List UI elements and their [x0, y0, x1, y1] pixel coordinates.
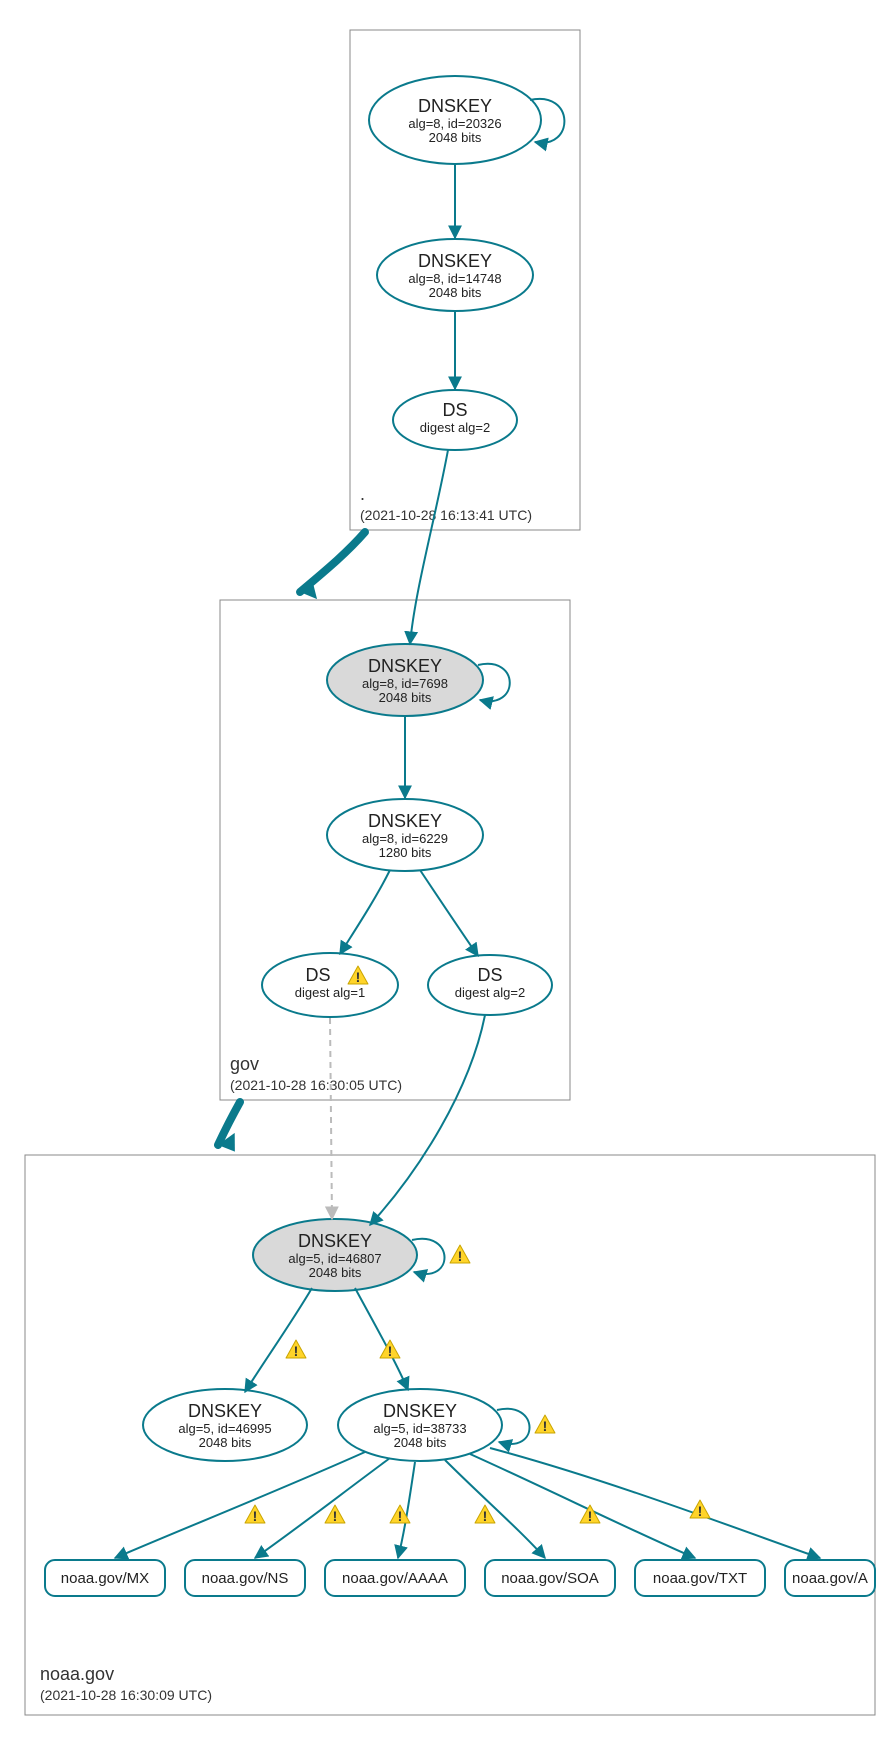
warning-icon	[380, 1340, 400, 1359]
node-noaa-ksk[interactable]: DNSKEY alg=5, id=46807 2048 bits	[253, 1219, 417, 1291]
edge-govzsk-ds2	[420, 870, 478, 956]
svg-text:2048 bits: 2048 bits	[394, 1435, 447, 1450]
zone-root-timestamp: (2021-10-28 16:13:41 UTC)	[360, 507, 532, 523]
edge-zsk2-a	[490, 1448, 820, 1558]
warning-icon	[690, 1500, 710, 1519]
svg-text:DS: DS	[477, 965, 502, 985]
svg-text:DNSKEY: DNSKEY	[383, 1401, 457, 1421]
warning-icon	[286, 1340, 306, 1359]
svg-text:noaa.gov/NS: noaa.gov/NS	[202, 1570, 289, 1587]
svg-text:alg=8, id=20326: alg=8, id=20326	[408, 116, 501, 131]
edge-noaaksk-zsk2	[355, 1288, 408, 1390]
node-root-zsk[interactable]: DNSKEY alg=8, id=14748 2048 bits	[377, 239, 533, 311]
zone-root-title: .	[360, 484, 365, 504]
svg-text:DNSKEY: DNSKEY	[188, 1401, 262, 1421]
svg-text:alg=5, id=46807: alg=5, id=46807	[288, 1251, 381, 1266]
edge-govzsk-ds1	[340, 870, 390, 954]
svg-text:alg=5, id=46995: alg=5, id=46995	[178, 1421, 271, 1436]
warning-icon	[580, 1505, 600, 1524]
svg-text:digest alg=2: digest alg=2	[455, 985, 525, 1000]
svg-text:2048 bits: 2048 bits	[309, 1265, 362, 1280]
node-gov-ds2[interactable]: DS digest alg=2	[428, 955, 552, 1015]
warning-icon	[475, 1505, 495, 1524]
node-rr-mx[interactable]: noaa.gov/MX	[45, 1560, 165, 1596]
edge-zsk2-txt	[470, 1454, 695, 1558]
node-gov-zsk[interactable]: DNSKEY alg=8, id=6229 1280 bits	[327, 799, 483, 871]
svg-text:DNSKEY: DNSKEY	[368, 656, 442, 676]
edge-noaaksk-zsk1	[245, 1288, 312, 1392]
svg-text:DS: DS	[305, 965, 330, 985]
warning-icon	[535, 1415, 555, 1434]
svg-text:1280 bits: 1280 bits	[379, 845, 432, 860]
svg-text:DNSKEY: DNSKEY	[418, 96, 492, 116]
svg-text:2048 bits: 2048 bits	[429, 130, 482, 145]
svg-text:2048 bits: 2048 bits	[379, 690, 432, 705]
svg-text:digest alg=1: digest alg=1	[295, 985, 365, 1000]
node-rr-soa[interactable]: noaa.gov/SOA	[485, 1560, 615, 1596]
svg-text:noaa.gov/AAAA: noaa.gov/AAAA	[342, 1570, 448, 1587]
node-root-ds[interactable]: DS digest alg=2	[393, 390, 517, 450]
node-gov-ksk[interactable]: DNSKEY alg=8, id=7698 2048 bits	[327, 644, 483, 716]
svg-text:noaa.gov/SOA: noaa.gov/SOA	[501, 1570, 599, 1587]
warning-icon	[325, 1505, 345, 1524]
node-noaa-zsk1[interactable]: DNSKEY alg=5, id=46995 2048 bits	[143, 1389, 307, 1461]
node-rr-ns[interactable]: noaa.gov/NS	[185, 1560, 305, 1596]
zone-gov-title: gov	[230, 1054, 259, 1074]
edge-ds1-noaaksk	[330, 1018, 332, 1219]
svg-text:alg=8, id=7698: alg=8, id=7698	[362, 676, 448, 691]
node-root-ksk[interactable]: DNSKEY alg=8, id=20326 2048 bits	[369, 76, 541, 164]
node-gov-ds1[interactable]: DS digest alg=1	[262, 953, 398, 1017]
warning-icon	[245, 1505, 265, 1524]
svg-text:alg=8, id=6229: alg=8, id=6229	[362, 831, 448, 846]
svg-text:noaa.gov/MX: noaa.gov/MX	[61, 1570, 149, 1587]
svg-text:alg=5, id=38733: alg=5, id=38733	[373, 1421, 466, 1436]
node-rr-a[interactable]: noaa.gov/A	[785, 1560, 875, 1596]
node-noaa-zsk2[interactable]: DNSKEY alg=5, id=38733 2048 bits	[338, 1389, 502, 1461]
node-rr-aaaa[interactable]: noaa.gov/AAAA	[325, 1560, 465, 1596]
svg-text:digest alg=2: digest alg=2	[420, 420, 490, 435]
warning-icon	[450, 1245, 470, 1264]
svg-text:2048 bits: 2048 bits	[429, 285, 482, 300]
edge-zsk2-ns	[255, 1458, 390, 1558]
edge-zsk2-soa	[445, 1460, 545, 1558]
svg-text:alg=8, id=14748: alg=8, id=14748	[408, 271, 501, 286]
edge-ds2-noaaksk	[370, 1015, 485, 1225]
svg-text:DNSKEY: DNSKEY	[298, 1231, 372, 1251]
zone-gov-timestamp: (2021-10-28 16:30:05 UTC)	[230, 1077, 402, 1093]
svg-text:noaa.gov/A: noaa.gov/A	[792, 1570, 868, 1587]
edge-rootds-govksk	[410, 450, 448, 644]
svg-text:DNSKEY: DNSKEY	[418, 251, 492, 271]
svg-text:DNSKEY: DNSKEY	[368, 811, 442, 831]
node-rr-txt[interactable]: noaa.gov/TXT	[635, 1560, 765, 1596]
svg-text:DS: DS	[442, 400, 467, 420]
svg-text:noaa.gov/TXT: noaa.gov/TXT	[653, 1570, 747, 1587]
zone-noaa-title: noaa.gov	[40, 1664, 114, 1684]
zone-noaa-timestamp: (2021-10-28 16:30:09 UTC)	[40, 1687, 212, 1703]
svg-text:2048 bits: 2048 bits	[199, 1435, 252, 1450]
